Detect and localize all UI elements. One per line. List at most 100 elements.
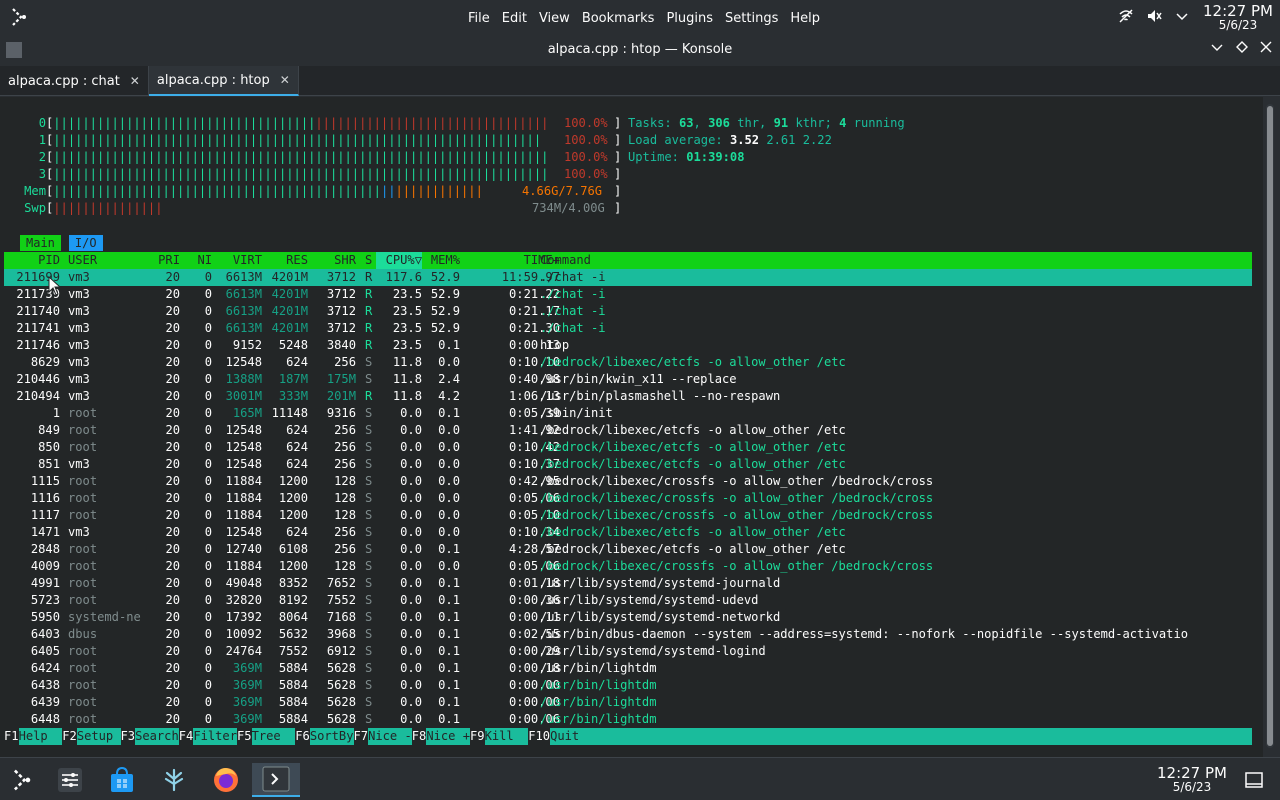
column-header-pri[interactable]: PRI <box>136 252 180 269</box>
process-row[interactable]: 5950 systemd-ne 20 0 17392 8064 7168 S 0.0 0.1 0:0… <box>4 609 1252 626</box>
process-row[interactable]: 210494 vm3 20 0 3001M 333M 201M R 11.8 4.2 1:06.13… <box>4 388 1252 405</box>
fkey-label[interactable]: Setup <box>77 728 121 745</box>
tab-chat[interactable]: alpaca.cpp : chat ✕ <box>0 66 149 96</box>
fkey-f4[interactable]: F4 <box>178 728 194 745</box>
fkey-f2[interactable]: F2 <box>62 728 77 745</box>
fkey-label[interactable]: Filter <box>193 728 237 745</box>
terminal-scrollbar[interactable] <box>1266 104 1274 748</box>
close-button[interactable] <box>1256 41 1276 57</box>
chevron-down-icon[interactable] <box>1168 10 1196 26</box>
cell-user: vm3 <box>68 525 90 539</box>
column-header-virt[interactable]: VIRT <box>212 252 262 269</box>
tab-io[interactable]: I/O <box>68 235 103 251</box>
process-row[interactable]: 1116 root 20 0 11884 1200 128 S 0.0 0.0 0:05.06/be… <box>4 490 1252 507</box>
app-icon[interactable] <box>156 763 192 797</box>
close-tab-icon[interactable]: ✕ <box>280 73 290 87</box>
column-header-s[interactable]: S <box>365 252 372 269</box>
konsole-icon[interactable] <box>252 763 300 797</box>
fkey-label[interactable]: Quit <box>550 728 579 745</box>
scrollbar-thumb[interactable] <box>1267 106 1273 746</box>
column-header-cpu[interactable]: CPU%▽ <box>376 252 422 269</box>
volume-muted-icon[interactable] <box>1140 8 1168 28</box>
process-row[interactable]: 6405 root 20 0 24764 7552 6912 S 0.0 0.1 0:00.29/u… <box>4 643 1252 660</box>
fkey-f5[interactable]: F5 <box>237 728 252 745</box>
fkey-f7[interactable]: F7 <box>353 728 369 745</box>
fkey-label[interactable]: Help <box>19 728 63 745</box>
process-row[interactable]: 6438 root 20 0 369M 5884 5628 S 0.0 0.1 0:00.00/us… <box>4 677 1252 694</box>
cell-res: 7552 <box>278 644 308 658</box>
cell-virt: 369M <box>232 695 262 709</box>
fkey-f10[interactable]: F10 <box>528 728 551 745</box>
column-header-shr[interactable]: SHR <box>308 252 356 269</box>
process-row[interactable]: 8629 vm3 20 0 12548 624 256 S 11.8 0.0 0:10.10/bed… <box>4 354 1252 371</box>
column-header-pid[interactable]: PID <box>4 252 60 269</box>
process-row[interactable]: 6439 root 20 0 369M 5884 5628 S 0.0 0.1 0:00.00/us… <box>4 694 1252 711</box>
swap-meter-bar: ||||||||||||||| <box>53 201 163 215</box>
network-icon[interactable] <box>1112 8 1140 28</box>
menu-item-help[interactable]: Help <box>784 11 826 26</box>
process-row[interactable]: 4991 root 20 0 49048 8352 7652 S 0.0 0.1 0:01.18/u… <box>4 575 1252 592</box>
cell-s: S <box>365 423 373 437</box>
clock[interactable]: 12:27 PM 5/6/23 <box>1196 4 1280 33</box>
clock[interactable]: 12:27 PM 5/6/23 <box>1150 766 1234 795</box>
process-row[interactable]: 211699 vm3 20 0 6613M 4201M 3712 R 117.6 52.9 11:5… <box>4 269 1252 286</box>
fkey-f3[interactable]: F3 <box>120 728 136 745</box>
process-row[interactable]: 851 vm3 20 0 12548 624 256 S 0.0 0.0 0:10.37/bedro… <box>4 456 1252 473</box>
cell-s: S <box>365 372 373 386</box>
process-row[interactable]: 6424 root 20 0 369M 5884 5628 S 0.0 0.1 0:00.18/us… <box>4 660 1252 677</box>
column-header-res[interactable]: RES <box>262 252 308 269</box>
application-launcher-icon[interactable] <box>8 6 34 30</box>
fkey-label[interactable]: Nice + <box>426 728 470 745</box>
menu-item-file[interactable]: File <box>462 11 496 26</box>
process-row[interactable]: 2848 root 20 0 12740 6108 256 S 0.0 0.1 4:28.57/be… <box>4 541 1252 558</box>
process-row[interactable]: 6448 root 20 0 369M 5884 5628 S 0.0 0.1 0:00.06/us… <box>4 711 1252 728</box>
system-settings-icon[interactable] <box>52 763 88 797</box>
fkey-f6[interactable]: F6 <box>295 728 310 745</box>
process-row[interactable]: 1471 vm3 20 0 12548 624 256 S 0.0 0.0 0:10.34/bedr… <box>4 524 1252 541</box>
show-desktop-icon[interactable] <box>1240 763 1268 797</box>
fkey-label[interactable]: Nice - <box>368 728 412 745</box>
cell-cpu: 0.0 <box>400 457 422 471</box>
fkey-label[interactable]: Search <box>135 728 179 745</box>
process-row[interactable]: 4009 root 20 0 11884 1200 128 S 0.0 0.0 0:05.06/be… <box>4 558 1252 575</box>
firefox-icon[interactable] <box>208 763 244 797</box>
fkey-f8[interactable]: F8 <box>411 728 427 745</box>
close-tab-icon[interactable]: ✕ <box>130 74 140 88</box>
process-row[interactable]: 5723 root 20 0 32820 8192 7552 S 0.0 0.1 0:00.36/u… <box>4 592 1252 609</box>
column-header-ni[interactable]: NI <box>184 252 212 269</box>
process-row[interactable]: 211740 vm3 20 0 6613M 4201M 3712 R 23.5 52.9 0:21.… <box>4 303 1252 320</box>
process-row[interactable]: 211746 vm3 20 0 9152 5248 3840 R 23.5 0.1 0:00.13 h… <box>4 337 1252 354</box>
tab-main[interactable]: Main <box>20 235 61 251</box>
discover-store-icon[interactable] <box>104 763 140 797</box>
column-header-mem[interactable]: MEM% <box>424 252 460 269</box>
fkey-f1[interactable]: F1 <box>4 728 19 745</box>
tab-htop[interactable]: alpaca.cpp : htop ✕ <box>148 66 299 96</box>
column-header-user[interactable]: USER <box>68 252 97 269</box>
menu-item-bookmarks[interactable]: Bookmarks <box>576 11 661 26</box>
menu-item-plugins[interactable]: Plugins <box>660 11 719 26</box>
mode-tabs: Main I/O <box>20 235 103 251</box>
process-row[interactable]: 1 root 20 0 165M 11148 9316 S 0.0 0.1 0:05.39/sbin… <box>4 405 1252 422</box>
minimize-button[interactable] <box>1207 41 1227 57</box>
process-row[interactable]: 211741 vm3 20 0 6613M 4201M 3712 R 23.5 52.9 0:21.… <box>4 320 1252 337</box>
menu-item-settings[interactable]: Settings <box>719 11 784 26</box>
fkey-label[interactable]: SortBy <box>310 728 354 745</box>
process-row[interactable]: 6403 dbus 20 0 10092 5632 3968 S 0.0 0.1 0:02.55/u… <box>4 626 1252 643</box>
menu-item-view[interactable]: View <box>533 11 576 26</box>
cell-pri: 20 <box>165 474 180 488</box>
process-row[interactable]: 210446 vm3 20 0 1388M 187M 175M S 11.8 2.4 0:40.98… <box>4 371 1252 388</box>
process-row[interactable]: 850 root 20 0 12548 624 256 S 0.0 0.0 0:10.42/bedr… <box>4 439 1252 456</box>
column-header-cmd[interactable]: Command <box>540 252 591 269</box>
terminal-area[interactable]: 0[||||||||||||||||||||||||||||||||||||||… <box>0 97 1263 757</box>
process-row[interactable]: 1117 root 20 0 11884 1200 128 S 0.0 0.0 0:05.10/be… <box>4 507 1252 524</box>
maximize-button[interactable] <box>1232 41 1252 57</box>
process-row[interactable]: 849 root 20 0 12548 624 256 S 0.0 0.0 1:41.92/bedr… <box>4 422 1252 439</box>
process-row[interactable]: 1115 root 20 0 11884 1200 128 S 0.0 0.0 0:42.95/be… <box>4 473 1252 490</box>
menu-item-edit[interactable]: Edit <box>496 11 533 26</box>
fkey-f9[interactable]: F9 <box>470 728 485 745</box>
application-launcher-icon[interactable] <box>4 763 40 797</box>
cell-res: 5884 <box>278 712 308 726</box>
process-row[interactable]: 211739 vm3 20 0 6613M 4201M 3712 R 23.5 52.9 0:21.… <box>4 286 1252 303</box>
fkey-label[interactable]: Kill <box>485 728 529 745</box>
fkey-label[interactable]: Tree <box>252 728 296 745</box>
